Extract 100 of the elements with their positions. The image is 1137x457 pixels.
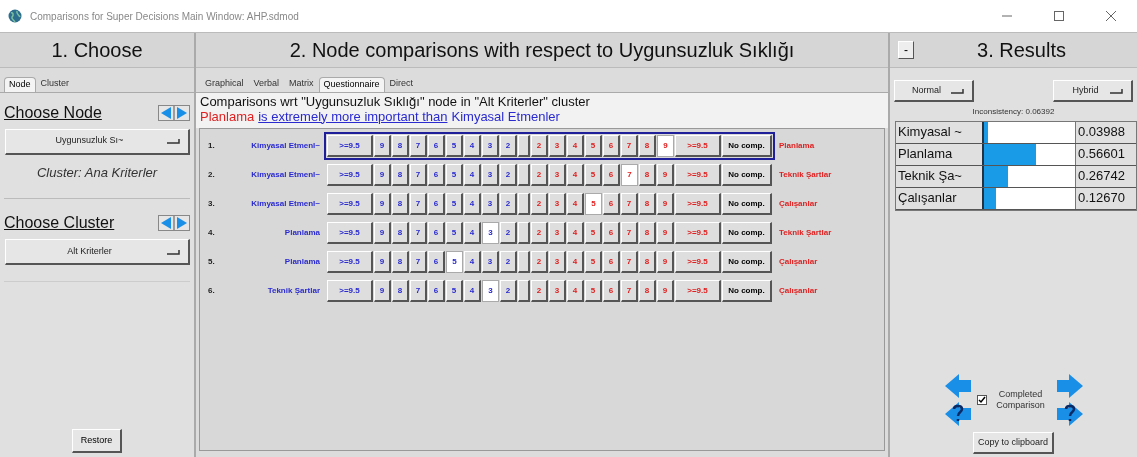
cluster-dropdown[interactable]: Alt Kriterler (4, 239, 190, 265)
previous-next-arrows-icon[interactable] (158, 104, 190, 121)
scale-button[interactable]: 7 (410, 164, 427, 186)
scale-button[interactable]: 5 (585, 280, 602, 302)
scale-button[interactable]: 4 (464, 135, 481, 157)
scale-button[interactable]: 5 (585, 222, 602, 244)
scale-button[interactable]: 4 (567, 193, 584, 215)
scale-button[interactable]: 6 (603, 164, 620, 186)
scale-button[interactable]: 8 (639, 164, 656, 186)
no-comparison-button[interactable]: No comp. (722, 251, 772, 273)
no-comparison-button[interactable]: No comp. (722, 280, 772, 302)
scale-button[interactable]: 6 (603, 280, 620, 302)
scale-button[interactable]: 3 (482, 222, 499, 244)
scale-button[interactable]: 3 (549, 251, 566, 273)
scale-button[interactable]: 5 (446, 251, 463, 273)
scale-button[interactable]: 4 (567, 135, 584, 157)
scale-button[interactable]: 2 (531, 222, 548, 244)
scale-button[interactable]: 6 (603, 251, 620, 273)
no-comparison-button[interactable]: No comp. (722, 193, 772, 215)
scale-button[interactable]: 6 (428, 164, 445, 186)
scale-button[interactable]: 7 (621, 222, 638, 244)
close-icon[interactable] (1105, 10, 1117, 22)
next-inconsistent-icon[interactable] (1054, 400, 1085, 428)
equal-button[interactable] (518, 164, 530, 186)
scale-button[interactable]: 4 (567, 222, 584, 244)
no-comparison-button[interactable]: No comp. (722, 222, 772, 244)
previous-next-arrows-icon[interactable] (158, 215, 190, 231)
scale-button[interactable]: 9 (657, 280, 674, 302)
scale-button[interactable]: 3 (549, 222, 566, 244)
scale-button[interactable]: 8 (392, 222, 409, 244)
scale-button[interactable]: 3 (549, 280, 566, 302)
scale-button[interactable]: 2 (531, 193, 548, 215)
equal-button[interactable] (518, 280, 530, 302)
equal-button[interactable] (518, 193, 530, 215)
scale-button[interactable]: 8 (392, 193, 409, 215)
scale-button[interactable]: >=9.5 (675, 251, 721, 273)
scale-button[interactable]: 2 (531, 251, 548, 273)
scale-button[interactable]: 3 (549, 193, 566, 215)
scale-button[interactable]: 6 (428, 222, 445, 244)
scale-button[interactable]: 8 (392, 135, 409, 157)
scale-button[interactable]: 3 (482, 280, 499, 302)
no-comparison-button[interactable]: No comp. (722, 164, 772, 186)
scale-button[interactable]: >=9.5 (675, 193, 721, 215)
tab[interactable]: Cluster (35, 76, 75, 92)
scale-button[interactable]: 7 (410, 193, 427, 215)
scale-button[interactable]: 6 (428, 280, 445, 302)
tab[interactable]: Matrix (284, 76, 319, 92)
scale-button[interactable]: 7 (410, 222, 427, 244)
scale-button[interactable]: 5 (446, 193, 463, 215)
scale-button[interactable]: 4 (464, 164, 481, 186)
scale-button[interactable]: 7 (621, 280, 638, 302)
scale-button[interactable]: 9 (657, 164, 674, 186)
scale-button[interactable]: 3 (482, 164, 499, 186)
scale-button[interactable]: 9 (374, 280, 391, 302)
scale-button[interactable]: 7 (621, 193, 638, 215)
scale-button[interactable]: 8 (392, 280, 409, 302)
scale-button[interactable]: 6 (603, 193, 620, 215)
scale-button[interactable]: 5 (446, 222, 463, 244)
scale-button[interactable]: 9 (374, 135, 391, 157)
scale-button[interactable]: 2 (500, 193, 517, 215)
scale-button[interactable]: >=9.5 (327, 280, 373, 302)
completed-checkbox[interactable] (976, 395, 987, 405)
scale-button[interactable]: 9 (657, 251, 674, 273)
scale-button[interactable]: 9 (657, 135, 674, 157)
scale-button[interactable]: 8 (639, 135, 656, 157)
scale-button[interactable]: 2 (500, 222, 517, 244)
scale-button[interactable]: 4 (464, 222, 481, 244)
scale-button[interactable]: 4 (464, 193, 481, 215)
copy-button[interactable]: Copy to clipboard (972, 432, 1054, 454)
scale-button[interactable]: 9 (374, 164, 391, 186)
scale-button[interactable]: 5 (585, 164, 602, 186)
scale-button[interactable]: >=9.5 (327, 164, 373, 186)
scale-button[interactable]: 7 (410, 251, 427, 273)
scale-button[interactable]: 2 (531, 280, 548, 302)
maximize-icon[interactable] (1053, 10, 1065, 22)
scale-button[interactable]: 3 (482, 135, 499, 157)
scale-button[interactable]: 7 (621, 251, 638, 273)
scale-button[interactable]: >=9.5 (675, 164, 721, 186)
scale-button[interactable]: 5 (585, 251, 602, 273)
equal-button[interactable] (518, 222, 530, 244)
tab[interactable]: Direct (384, 76, 419, 92)
equal-button[interactable] (518, 135, 530, 157)
scale-button[interactable]: >=9.5 (327, 135, 373, 157)
scale-button[interactable]: 5 (446, 164, 463, 186)
scale-button[interactable]: 5 (446, 135, 463, 157)
scale-button[interactable]: 5 (585, 135, 602, 157)
scale-button[interactable]: 3 (549, 164, 566, 186)
collapse-button[interactable]: - (898, 41, 914, 59)
tab[interactable]: Verbal (248, 76, 285, 92)
tab[interactable]: Graphical (200, 76, 249, 92)
scale-button[interactable]: 9 (657, 222, 674, 244)
scale-button[interactable]: 2 (531, 135, 548, 157)
tab[interactable]: Questionnaire (318, 77, 385, 92)
scale-button[interactable]: 5 (446, 280, 463, 302)
scale-button[interactable]: 4 (464, 280, 481, 302)
scale-button[interactable]: 8 (392, 251, 409, 273)
scale-button[interactable]: 8 (639, 251, 656, 273)
scale-button[interactable]: >=9.5 (675, 135, 721, 157)
scale-button[interactable]: 7 (621, 135, 638, 157)
scale-button[interactable]: 3 (482, 251, 499, 273)
